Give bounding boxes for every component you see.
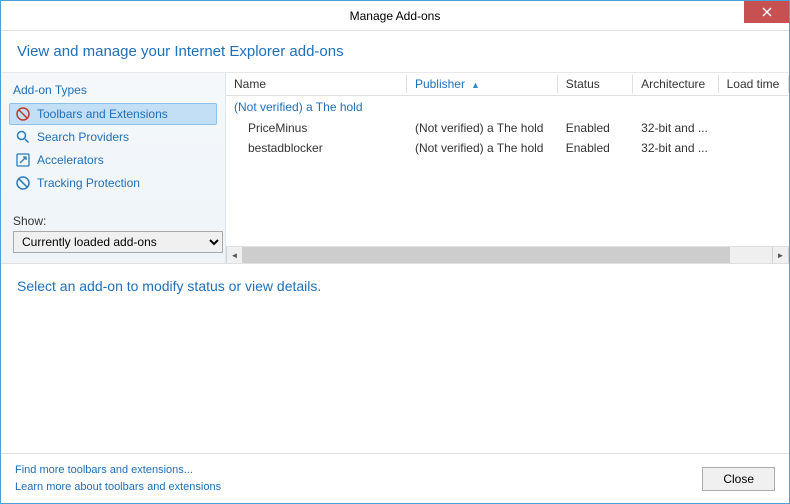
col-header-loadtime[interactable]: Load time (719, 73, 789, 96)
cell-architecture: 32-bit and ... (633, 118, 718, 138)
sidebar-item-label: Search Providers (37, 130, 129, 144)
sort-ascending-icon: ▲ (471, 80, 480, 90)
sidebar-item-toolbars-extensions[interactable]: Toolbars and Extensions (9, 103, 217, 125)
horizontal-scrollbar[interactable]: ◄ ► (226, 246, 789, 263)
window-title: Manage Add-ons (350, 9, 441, 23)
sidebar-heading: Add-on Types (9, 83, 217, 97)
sidebar-item-tracking-protection[interactable]: Tracking Protection (9, 172, 217, 194)
window-close-button[interactable] (744, 1, 789, 23)
content-area: Add-on Types Toolbars and Extensions Sea… (1, 73, 789, 263)
cell-publisher: (Not verified) a The hold (407, 118, 558, 138)
scroll-left-arrow[interactable]: ◄ (226, 247, 243, 263)
addon-table: Name Publisher▲ Status Architecture Load… (226, 73, 789, 158)
scroll-thumb[interactable] (243, 247, 730, 263)
table-header-row: Name Publisher▲ Status Architecture Load… (226, 73, 789, 96)
details-pane: Select an add-on to modify status or vie… (1, 263, 789, 458)
sidebar-item-label: Toolbars and Extensions (37, 107, 168, 121)
scroll-right-arrow[interactable]: ► (772, 247, 789, 263)
sidebar-item-search-providers[interactable]: Search Providers (9, 126, 217, 148)
sidebar-item-label: Accelerators (37, 153, 104, 167)
titlebar: Manage Add-ons (1, 1, 789, 31)
show-section: Show: Currently loaded add-ons (9, 214, 217, 253)
show-label: Show: (13, 214, 217, 228)
cell-publisher: (Not verified) a The hold (407, 138, 558, 158)
table-row[interactable]: bestadblocker (Not verified) a The hold … (226, 138, 789, 158)
toolbar-icon (15, 106, 31, 122)
cell-name: PriceMinus (226, 118, 407, 138)
close-icon (762, 7, 772, 17)
cell-loadtime (719, 138, 789, 158)
footer: Find more toolbars and extensions... Lea… (1, 453, 789, 503)
close-button[interactable]: Close (702, 467, 775, 491)
sidebar-item-accelerators[interactable]: Accelerators (9, 149, 217, 171)
learn-more-link[interactable]: Learn more about toolbars and extensions (15, 479, 221, 496)
group-label: (Not verified) a The hold (226, 96, 789, 119)
table-group-row[interactable]: (Not verified) a The hold (226, 96, 789, 119)
cell-status: Enabled (558, 118, 633, 138)
cell-loadtime (719, 118, 789, 138)
page-title: View and manage your Internet Explorer a… (17, 43, 773, 60)
col-header-publisher[interactable]: Publisher▲ (407, 73, 558, 96)
footer-links: Find more toolbars and extensions... Lea… (15, 462, 221, 495)
main-area: Name Publisher▲ Status Architecture Load… (226, 73, 789, 263)
col-header-architecture[interactable]: Architecture (633, 73, 718, 96)
header-bar: View and manage your Internet Explorer a… (1, 31, 789, 73)
addon-table-wrap: Name Publisher▲ Status Architecture Load… (226, 73, 789, 246)
sidebar: Add-on Types Toolbars and Extensions Sea… (1, 73, 226, 263)
accelerator-icon (15, 152, 31, 168)
cell-name: bestadblocker (226, 138, 407, 158)
cell-status: Enabled (558, 138, 633, 158)
scroll-track[interactable] (243, 247, 772, 263)
sidebar-item-label: Tracking Protection (37, 176, 140, 190)
col-header-name[interactable]: Name (226, 73, 407, 96)
table-row[interactable]: PriceMinus (Not verified) a The hold Ena… (226, 118, 789, 138)
find-more-link[interactable]: Find more toolbars and extensions... (15, 462, 221, 479)
col-header-status[interactable]: Status (558, 73, 633, 96)
search-icon (15, 129, 31, 145)
show-select[interactable]: Currently loaded add-ons (13, 231, 223, 253)
details-message: Select an add-on to modify status or vie… (17, 278, 773, 294)
cell-architecture: 32-bit and ... (633, 138, 718, 158)
block-icon (15, 175, 31, 191)
